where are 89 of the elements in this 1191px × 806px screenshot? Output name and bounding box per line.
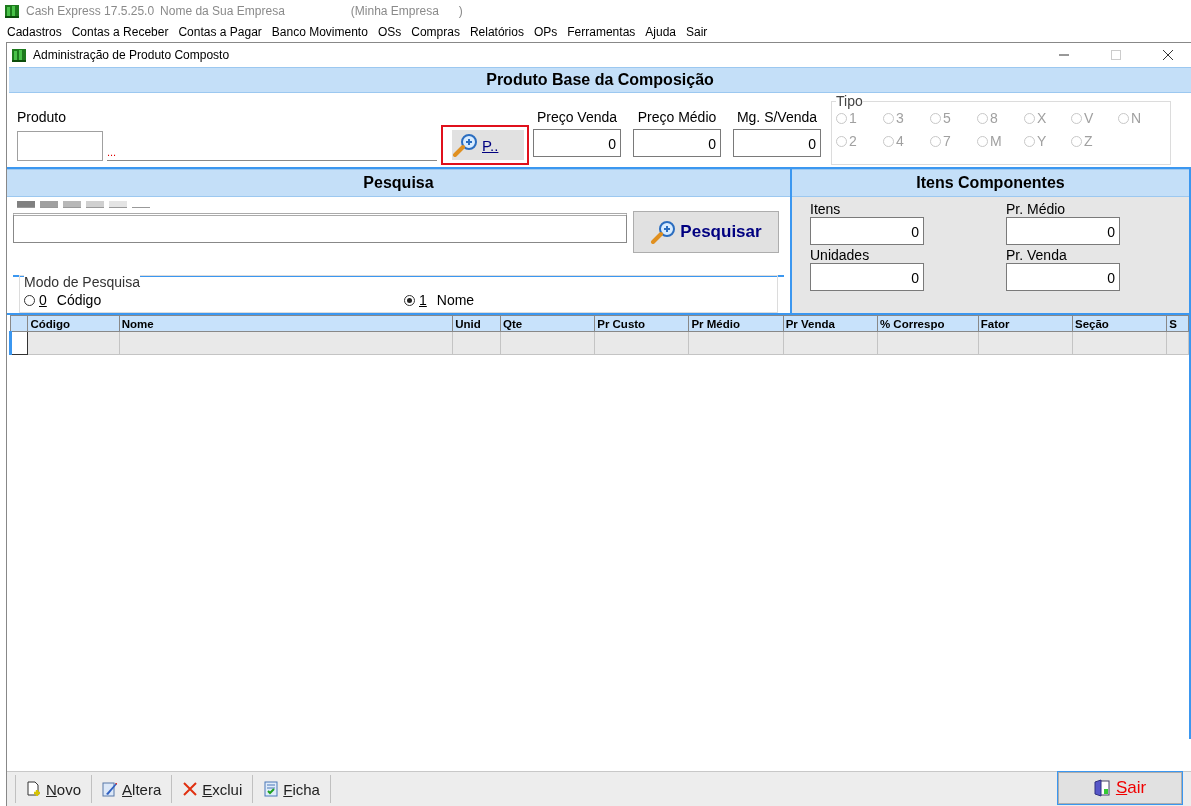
- door-icon: [1093, 779, 1110, 797]
- section-header: Produto Base da Composição: [9, 67, 1191, 93]
- menu-item[interactable]: Relatórios: [464, 25, 529, 39]
- column-header[interactable]: S: [1166, 315, 1189, 332]
- column-header[interactable]: Unid: [452, 315, 501, 332]
- option-label: 8: [990, 110, 998, 126]
- column-header[interactable]: % Correspo: [877, 315, 979, 332]
- shade-swatch-icon[interactable]: [17, 201, 35, 208]
- radio-button[interactable]: [24, 294, 35, 306]
- total-field: 0: [1006, 263, 1120, 291]
- field-label: Produto: [17, 109, 68, 125]
- tree-icon: [4, 3, 20, 19]
- option-label: M: [990, 133, 1002, 149]
- menu-item[interactable]: Contas a Pagar: [173, 25, 267, 39]
- column-header[interactable]: Pr Venda: [783, 315, 878, 332]
- toolbar-button[interactable]: Novo: [15, 775, 92, 803]
- option-label: 3: [896, 110, 904, 126]
- option-label: 4: [896, 133, 904, 149]
- option-label: 1: [849, 110, 857, 126]
- option-label: Código: [56, 292, 102, 308]
- column-header[interactable]: Fator: [978, 315, 1073, 332]
- option-label: Nome: [436, 292, 475, 308]
- close-icon[interactable]: [1163, 50, 1173, 60]
- option-label: N: [1131, 110, 1142, 126]
- toolbar-button[interactable]: Ficha: [252, 775, 330, 803]
- column-header[interactable]: Seção: [1072, 315, 1167, 332]
- column-header[interactable]: Código: [27, 315, 120, 332]
- app-title: Cash Express 17.5.25.0: [26, 4, 155, 18]
- option-label: Z: [1084, 133, 1093, 149]
- group-label: Modo de Pesquisa: [24, 274, 140, 290]
- checklist-icon: [263, 781, 280, 797]
- total-field: 0: [810, 217, 924, 245]
- pencil-note-icon: [102, 781, 119, 797]
- search-product-button[interactable]: P..: [441, 125, 529, 165]
- magnifier-icon: [452, 133, 480, 157]
- menu-item[interactable]: OSs: [372, 25, 407, 39]
- shade-swatch-icon[interactable]: [63, 201, 81, 208]
- total-field: 0: [810, 263, 924, 291]
- menu-item[interactable]: Cadastros: [2, 25, 67, 39]
- field-label: Unidades: [810, 247, 871, 263]
- price-field[interactable]: 0: [533, 129, 621, 157]
- total-field: 0: [1006, 217, 1120, 245]
- search-field[interactable]: [13, 213, 627, 243]
- option-key: 0: [39, 292, 47, 308]
- field-label: Itens: [810, 201, 842, 217]
- field-label: Pr. Venda: [1006, 247, 1068, 263]
- toolbar-button[interactable]: Exclui: [171, 775, 253, 803]
- company-alias: (Minha Empresa ): [350, 4, 463, 18]
- tree-icon: [11, 47, 27, 63]
- shade-swatch-icon[interactable]: [86, 201, 104, 208]
- menu-item[interactable]: Sair: [681, 25, 713, 39]
- company-name: Nome da Sua Empresa: [160, 4, 285, 18]
- maximize-icon[interactable]: [1111, 50, 1121, 60]
- radio-button[interactable]: [404, 294, 415, 306]
- menu-item[interactable]: Ajuda: [640, 25, 681, 39]
- option-label: X: [1037, 110, 1047, 126]
- menu-item[interactable]: Compras: [406, 25, 465, 39]
- option-label: 5: [943, 110, 951, 126]
- new-document-icon: [26, 781, 42, 797]
- column-header[interactable]: Pr Médio: [688, 315, 784, 332]
- section-header: Itens Componentes: [792, 169, 1189, 197]
- menu-item[interactable]: Banco Movimento: [266, 25, 373, 39]
- field-label: Preço Médio: [637, 109, 717, 125]
- field-label: Preço Venda: [536, 109, 618, 125]
- section-header: Pesquisa: [7, 169, 790, 197]
- field-label: Pr. Médio: [1006, 201, 1067, 217]
- option-label: 7: [943, 133, 951, 149]
- option-label: Y: [1037, 133, 1047, 149]
- window-title: Administração de Produto Composto: [33, 48, 230, 62]
- option-key: 1: [419, 292, 427, 308]
- product-code-field[interactable]: [17, 131, 103, 161]
- product-description-field[interactable]: ...: [107, 133, 437, 161]
- shade-swatch-icon[interactable]: [40, 201, 58, 208]
- option-label: 2: [849, 133, 857, 149]
- group-label: Tipo: [836, 93, 863, 109]
- column-header[interactable]: Qte: [500, 315, 595, 332]
- toolbar-button[interactable]: Altera: [91, 775, 172, 803]
- field-label: Mg. S/Venda: [736, 109, 818, 125]
- option-label: V: [1084, 110, 1094, 126]
- column-header[interactable]: Nome: [119, 315, 453, 332]
- column-header[interactable]: Pr Custo: [594, 315, 689, 332]
- price-field[interactable]: 0: [733, 129, 821, 157]
- shade-swatch-icon[interactable]: [109, 201, 127, 208]
- menu-item[interactable]: OPs: [528, 25, 563, 39]
- search-button[interactable]: Pesquisar: [633, 211, 779, 253]
- menu-item[interactable]: Contas a Receber: [66, 25, 174, 39]
- delete-icon: [182, 781, 199, 797]
- menu-item[interactable]: Ferramentas: [562, 25, 641, 39]
- price-field[interactable]: 0: [633, 129, 721, 157]
